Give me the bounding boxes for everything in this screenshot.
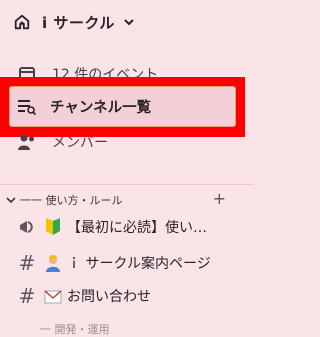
channel-item[interactable]: # ｉ サークル案内ページ <box>0 248 254 278</box>
channels-list-item[interactable]: チャンネル一覧 <box>9 86 236 127</box>
section-title: 一一 使い方・ルール <box>20 194 123 207</box>
channel-label: 【最初に必読】使い… <box>67 220 207 236</box>
home-icon <box>12 12 32 32</box>
channel-label: お問い合わせ <box>67 289 151 305</box>
channel-item[interactable]: 【最初に必読】使い… <box>0 212 254 242</box>
beginner-mark-icon <box>43 217 63 237</box>
members-label: メンバー <box>52 135 108 151</box>
hash-icon: # <box>18 284 36 308</box>
section-header[interactable]: 一一 使い方・ルール + <box>0 190 254 210</box>
envelope-icon <box>43 286 63 306</box>
workspace-name: i サークル <box>42 13 115 32</box>
people-icon <box>16 131 38 153</box>
workspace-header[interactable]: i サークル <box>12 6 242 38</box>
divider <box>0 184 254 185</box>
members-item[interactable]: メンバー <box>0 125 254 159</box>
person-icon <box>43 253 63 273</box>
channel-item[interactable]: # お問い合わせ <box>0 281 254 311</box>
channel-label: ｉ サークル案内ページ <box>67 256 211 272</box>
chevron-down-icon[interactable] <box>123 16 135 28</box>
channels-label: チャンネル一覧 <box>50 100 152 116</box>
hash-icon: # <box>18 251 36 275</box>
megaphone-icon <box>17 217 37 237</box>
chevron-down-icon[interactable] <box>6 195 16 205</box>
channel-list-icon <box>16 96 38 118</box>
add-channel-button[interactable]: + <box>213 190 226 208</box>
